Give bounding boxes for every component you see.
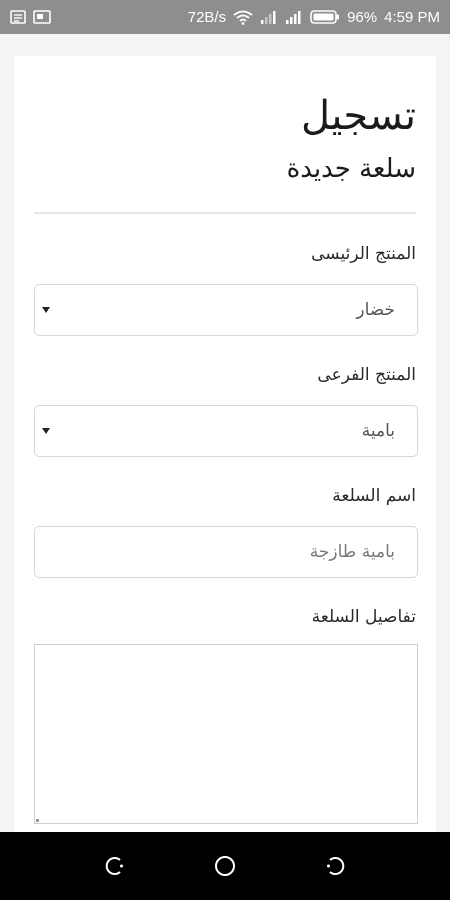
- divider: [34, 212, 416, 214]
- status-left: [10, 10, 51, 24]
- recents-icon[interactable]: [95, 846, 135, 886]
- battery-icon: [310, 10, 340, 24]
- sub-product-label: المنتج الفرعى: [317, 365, 416, 385]
- status-right: 72B/s 96% 4:59 PM: [188, 9, 440, 26]
- item-name-placeholder: بامية طازجة: [309, 542, 395, 562]
- resize-handle-icon[interactable]: [36, 819, 39, 822]
- notes-icon: [10, 10, 26, 24]
- navigation-bar: [0, 832, 450, 900]
- app-content: تسجيل سلعة جديدة المنتج الرئيسى خضار الم…: [0, 34, 450, 832]
- dropdown-arrow-icon: [42, 428, 50, 434]
- signal-icon: [285, 10, 303, 24]
- item-details-textarea[interactable]: [34, 644, 418, 824]
- signal-icon: [260, 10, 278, 24]
- wifi-icon: [233, 10, 253, 25]
- sub-product-select[interactable]: بامية: [34, 405, 418, 457]
- item-details-label: تفاصيل السلعة: [311, 607, 416, 627]
- main-product-value: خضار: [356, 300, 395, 320]
- page-title: تسجيل: [301, 93, 416, 139]
- back-icon[interactable]: [315, 846, 355, 886]
- status-bar: 72B/s 96% 4:59 PM: [0, 0, 450, 34]
- clock: 4:59 PM: [384, 8, 440, 26]
- dropdown-arrow-icon: [42, 307, 50, 313]
- item-name-label: اسم السلعة: [332, 486, 416, 506]
- home-icon[interactable]: [205, 846, 245, 886]
- sub-product-value: بامية: [361, 421, 395, 441]
- form-card: تسجيل سلعة جديدة المنتج الرئيسى خضار الم…: [14, 56, 436, 832]
- gallery-icon: [33, 10, 51, 24]
- page-subtitle: سلعة جديدة: [286, 154, 416, 184]
- main-product-select[interactable]: خضار: [34, 284, 418, 336]
- item-name-input[interactable]: بامية طازجة: [34, 526, 418, 578]
- battery-percent: 96%: [347, 8, 378, 26]
- main-product-label: المنتج الرئيسى: [311, 244, 416, 264]
- network-speed: 72B/s: [187, 8, 227, 26]
